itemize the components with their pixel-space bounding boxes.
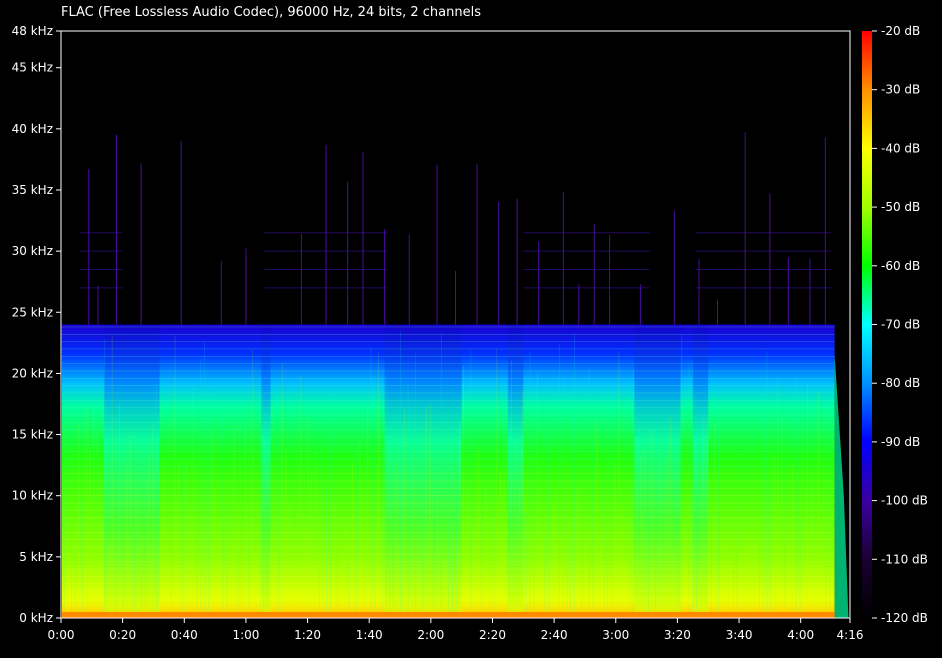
colorbar-tick-label: -80 dB (881, 376, 920, 390)
x-tick-label: 4:16 (837, 628, 864, 642)
x-tick-label: 0:00 (48, 628, 75, 642)
colorbar-tick-label: -90 dB (881, 435, 920, 449)
colorbar (862, 31, 872, 618)
colorbar-tick-label: -70 dB (881, 318, 920, 332)
bass-band (62, 611, 835, 618)
y-axis: 48 kHz 45 kHz 40 kHz 35 kHz 30 kHz 25 kHz 20 k… (12, 24, 61, 625)
colorbar-tick-label: -50 dB (881, 200, 920, 214)
x-tick-label: 1:40 (356, 628, 383, 642)
x-tick-label: 2:20 (479, 628, 506, 642)
y-tick-label: 48 kHz (12, 24, 53, 38)
x-tick-label: 4:00 (787, 628, 814, 642)
x-tick-label: 0:20 (109, 628, 136, 642)
spectrum-layer (62, 324, 849, 618)
y-tick-label: 35 kHz (12, 183, 53, 197)
x-tick-label: 2:00 (417, 628, 444, 642)
y-tick-label: 5 kHz (19, 550, 53, 564)
x-tick-label: 0:40 (171, 628, 198, 642)
y-tick-label: 45 kHz (12, 61, 53, 75)
x-tick-label: 1:00 (232, 628, 259, 642)
colorbar-tick-label: -30 dB (881, 83, 920, 97)
colorbar-tick-label: -110 dB (881, 552, 928, 566)
y-tick-label: 20 kHz (12, 366, 53, 380)
spectrogram-chart: 48 kHz 45 kHz 40 kHz 35 kHz 30 kHz 25 kHz 20 k… (12, 24, 928, 642)
x-tick-label: 2:40 (541, 628, 568, 642)
colorbar-tick-label: -60 dB (881, 259, 920, 273)
quiet-section (261, 324, 271, 618)
x-tick-label: 1:20 (294, 628, 321, 642)
y-tick-label: 15 kHz (12, 428, 53, 442)
colorbar-tick-label: -120 dB (881, 611, 928, 625)
y-tick-label: 25 kHz (12, 305, 53, 319)
colorbar-axis: -20 dB -30 dB -40 dB -50 dB -60 dB -70 dB -80 … (872, 24, 928, 625)
y-tick-label: 10 kHz (12, 489, 53, 503)
colorbar-tick-label: -20 dB (881, 24, 920, 38)
x-axis: 0:00 0:20 0:40 1:00 1:20 1:40 2:00 2:20 2:40 3:00… (48, 618, 864, 642)
colorbar-tick-label: -100 dB (881, 494, 928, 508)
y-tick-label: 30 kHz (12, 244, 53, 258)
y-tick-label: 0 kHz (19, 611, 53, 625)
x-tick-label: 3:40 (726, 628, 753, 642)
y-tick-label: 40 kHz (12, 122, 53, 136)
colorbar-tick-label: -40 dB (881, 141, 920, 155)
x-tick-label: 3:20 (664, 628, 691, 642)
x-tick-label: 3:00 (602, 628, 629, 642)
